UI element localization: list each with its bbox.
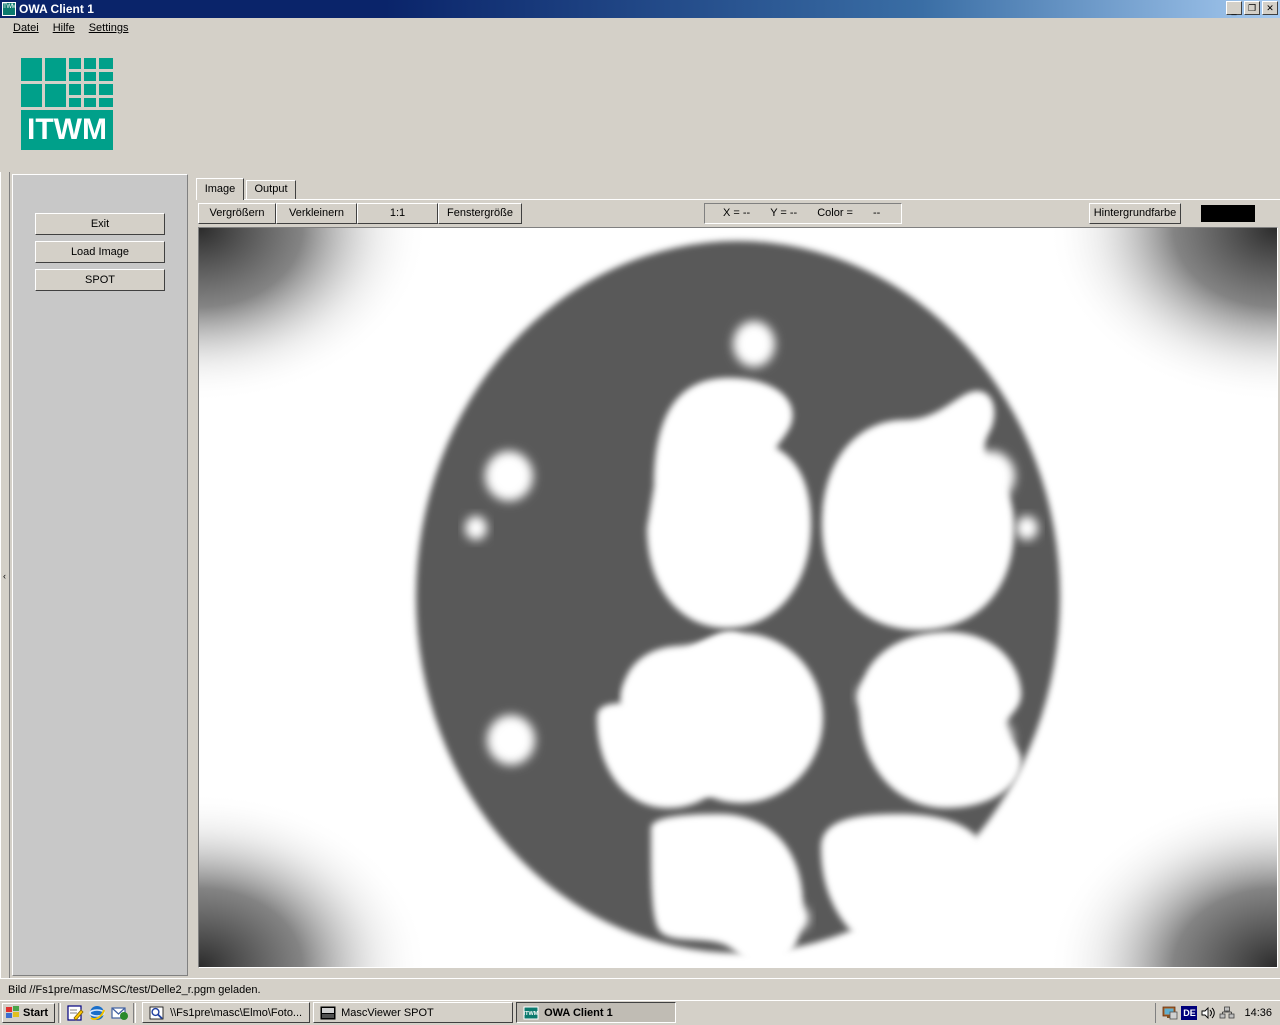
system-tray: DE 14:36 — [1155, 1003, 1280, 1023]
exit-button[interactable]: Exit — [35, 213, 165, 235]
branding-area: ITWM — [0, 38, 1280, 172]
internet-explorer-icon[interactable] — [88, 1004, 106, 1022]
logo-text: ITWM — [27, 113, 107, 146]
show-desktop-icon[interactable] — [66, 1004, 84, 1022]
task-button-explorer[interactable]: \\Fs1pre\masc\Elmo\Foto... — [142, 1002, 311, 1023]
display-icon[interactable] — [1162, 1005, 1178, 1021]
outlook-express-icon[interactable] — [110, 1004, 129, 1022]
app-icon: ITWM — [2, 2, 17, 16]
background-color-label: Hintergrundfarbe — [1093, 207, 1177, 219]
load-image-button[interactable]: Load Image — [35, 241, 165, 263]
background-color-button[interactable]: Hintergrundfarbe — [1089, 203, 1181, 224]
zoom-in-label: Vergrößern — [209, 207, 265, 219]
menu-item-settings[interactable]: Settings — [82, 20, 136, 36]
background-color-swatch-frame — [1187, 203, 1269, 224]
close-icon: ✕ — [1266, 3, 1274, 13]
minimize-icon: _ — [1231, 5, 1237, 15]
taskbar-separator-1 — [58, 1002, 62, 1023]
restore-icon: ❐ — [1247, 3, 1257, 13]
tab-image[interactable]: Image — [196, 178, 244, 200]
language-indicator[interactable]: DE — [1181, 1006, 1198, 1020]
load-image-button-label: Load Image — [70, 246, 130, 258]
tab-strip: Image Output — [196, 178, 1280, 200]
collapse-sidebar-icon[interactable]: ‹ — [3, 572, 6, 581]
image-toolbar: Vergrößern Verkleinern 1:1 Fenstergröße … — [196, 201, 1280, 227]
menu-bar: Datei Hilfe Settings — [0, 18, 1280, 38]
status-bar: Bild //Fs1pre/masc/MSC/test/Delle2_r.pgm… — [0, 978, 1280, 1000]
color-readout-value: -- — [873, 207, 881, 219]
image-viewport — [199, 228, 1277, 967]
zoom-out-label: Verkleinern — [288, 207, 345, 219]
task-button-owa-client[interactable]: ITWM OWA Client 1 — [516, 1002, 677, 1023]
menu-item-settings-label: Settings — [88, 22, 129, 34]
itwm-logo: ITWM — [21, 58, 113, 150]
network-icon[interactable] — [1219, 1005, 1235, 1021]
close-button[interactable]: ✕ — [1262, 1, 1278, 15]
menu-item-hilfe[interactable]: Hilfe — [46, 20, 82, 36]
explorer-icon — [149, 1006, 165, 1020]
logo-grid-icon — [21, 58, 113, 110]
zoom-in-button[interactable]: Vergrößern — [198, 203, 276, 224]
menu-item-hilfe-label: Hilfe — [52, 22, 75, 34]
tab-output[interactable]: Output — [246, 180, 296, 199]
taskbar: Start \\Fs1pre\masc\Elmo\Foto... MascVie… — [0, 1000, 1280, 1024]
taskbar-separator-2 — [133, 1002, 137, 1023]
coordinate-readout: X = -- Y = -- Color = -- — [704, 203, 902, 224]
svg-text:ITWM: ITWM — [524, 1011, 539, 1017]
window-title: OWA Client 1 — [19, 2, 94, 16]
owa-icon: ITWM — [523, 1006, 539, 1020]
y-coordinate-value: Y = -- — [770, 207, 798, 219]
exit-button-label: Exit — [90, 218, 110, 230]
mascviewer-icon — [320, 1006, 336, 1020]
task-button-owa-client-label: OWA Client 1 — [544, 1006, 613, 1019]
zoom-out-button[interactable]: Verkleinern — [276, 203, 357, 224]
windows-flag-icon — [6, 1006, 20, 1019]
volume-icon[interactable] — [1200, 1005, 1216, 1021]
minimize-button[interactable]: _ — [1226, 1, 1242, 15]
sidebar-panel: Exit Load Image SPOT — [12, 174, 188, 976]
menu-item-datei[interactable]: Datei — [6, 20, 46, 36]
gasket-scan-image — [199, 228, 1277, 967]
tab-image-label: Image — [204, 183, 236, 195]
sidebar-splitter[interactable]: ‹ — [0, 172, 10, 978]
task-button-mascviewer[interactable]: MascViewer SPOT — [313, 1002, 514, 1023]
status-message: Bild //Fs1pre/masc/MSC/test/Delle2_r.pgm… — [8, 983, 261, 996]
spot-button[interactable]: SPOT — [35, 269, 165, 291]
window-controls: _ ❐ ✕ — [1226, 1, 1278, 15]
start-button[interactable]: Start — [2, 1002, 56, 1023]
task-button-explorer-label: \\Fs1pre\masc\Elmo\Foto... — [170, 1006, 303, 1019]
image-canvas[interactable] — [198, 227, 1278, 968]
content-panel: Image Output Vergrößern Verkleinern 1:1 … — [196, 178, 1280, 978]
clock[interactable]: 14:36 — [1244, 1007, 1272, 1019]
x-coordinate-value: X = -- — [723, 207, 751, 219]
title-bar: ITWM OWA Client 1 _ ❐ ✕ — [0, 0, 1280, 18]
restore-button[interactable]: ❐ — [1244, 1, 1260, 15]
task-button-mascviewer-label: MascViewer SPOT — [341, 1006, 434, 1019]
zoom-actual-size-button[interactable]: 1:1 — [357, 203, 438, 224]
fit-to-window-label: Fenstergröße — [446, 207, 514, 219]
background-color-swatch[interactable] — [1201, 205, 1255, 222]
color-readout-label: Color = — [817, 207, 853, 219]
tab-underline — [196, 199, 1280, 201]
menu-item-datei-label: Datei — [13, 22, 39, 34]
tab-output-label: Output — [254, 183, 288, 195]
application-window: ITWM OWA Client 1 _ ❐ ✕ Datei Hilfe Sett… — [0, 0, 1280, 1024]
fit-to-window-button[interactable]: Fenstergröße — [438, 203, 522, 224]
start-button-label: Start — [23, 1006, 49, 1019]
spot-button-label: SPOT — [85, 274, 115, 286]
zoom-actual-size-label: 1:1 — [389, 207, 406, 219]
